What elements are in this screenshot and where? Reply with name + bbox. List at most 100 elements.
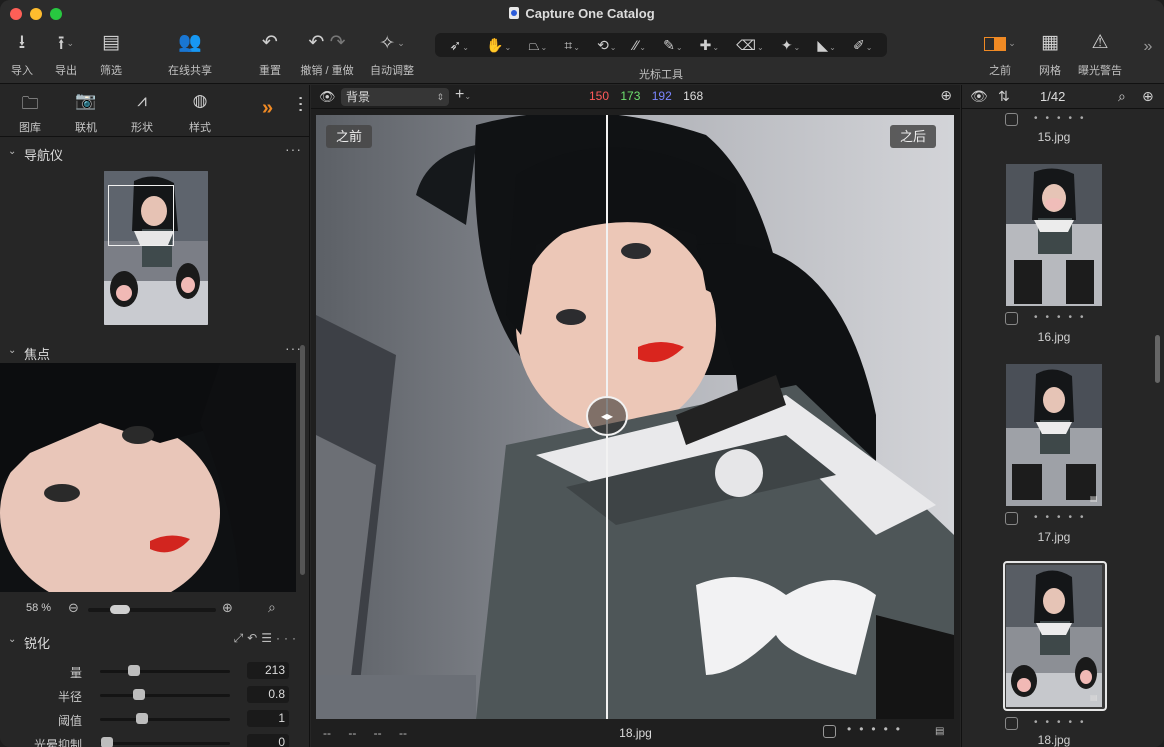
- select-checkbox[interactable]: [1005, 113, 1018, 126]
- halo-value-field[interactable]: 0: [247, 734, 289, 747]
- picker-icon[interactable]: ✦⌄: [781, 37, 800, 54]
- camera-icon: 📷: [75, 91, 97, 110]
- radius-slider-track[interactable]: [100, 694, 230, 697]
- zoom-in-icon[interactable]: ⊕: [222, 600, 233, 616]
- main-image[interactable]: [316, 115, 954, 719]
- focus-preview[interactable]: [0, 363, 296, 592]
- split-drag-handle[interactable]: ◂▸: [586, 396, 628, 436]
- tab-shape[interactable]: ⩘ 形状: [114, 91, 170, 135]
- grid-button[interactable]: ▦ 网格: [1034, 30, 1066, 78]
- pan-hand-icon[interactable]: ✋⌄: [486, 37, 511, 54]
- tool-tabs: 🗀 图库 📷 联机 ⩘ 形状 ◍ 样式 » ⋯: [0, 85, 312, 137]
- presets-icon[interactable]: ☰: [261, 631, 276, 645]
- exposure-warning-button[interactable]: ⚠ 曝光警告: [1074, 30, 1126, 78]
- rgb-readout: 150 173 192 168: [589, 89, 711, 103]
- kebab-menu-icon[interactable]: ⋯: [290, 95, 312, 113]
- tab-capture[interactable]: 📷 联机: [58, 91, 114, 135]
- annotate-icon[interactable]: ✐⌄: [853, 37, 872, 54]
- amount-slider-knob[interactable]: [127, 665, 140, 676]
- thumbnail-18: [1006, 565, 1102, 707]
- threshold-value-field[interactable]: 1: [247, 710, 289, 727]
- amount-slider-track[interactable]: [100, 670, 230, 673]
- keystone-icon[interactable]: ⏢⌄: [528, 37, 547, 54]
- gradient-icon[interactable]: ◣⌄: [817, 37, 835, 54]
- browser-scrollbar[interactable]: [1155, 335, 1160, 383]
- zoom-search-icon[interactable]: ⊕: [940, 87, 952, 104]
- chevron-down-icon: ⌄: [8, 146, 17, 157]
- threshold-slider-knob[interactable]: [135, 713, 148, 724]
- rotate-icon[interactable]: ⟲⌄: [597, 37, 616, 54]
- tab-library[interactable]: 🗀 图库: [2, 91, 58, 135]
- metadata-icon: ▤: [1090, 693, 1098, 702]
- rating-dots[interactable]: •••••: [1034, 312, 1092, 323]
- app-window: Capture One Catalog ⭳ 导入 ⭱ ⌄ 导出 ▤ 筛选 👥 在线…: [0, 0, 1164, 747]
- threshold-slider-track[interactable]: [100, 718, 230, 721]
- navigator-header[interactable]: ⌄ 导航仪 ···: [0, 141, 310, 165]
- zoom-slider-knob[interactable]: [110, 605, 130, 614]
- export-button[interactable]: ⭱ ⌄ 导出: [48, 30, 84, 78]
- rating-dots[interactable]: •••••: [847, 722, 908, 736]
- viewer-toolbar: 👁 背景 ⇕ +⌄ 150 173 192 168 ⊕: [311, 85, 960, 109]
- rating-dots[interactable]: •••••: [1034, 113, 1092, 124]
- amount-value-field[interactable]: 213: [247, 662, 289, 679]
- users-icon: 👥: [178, 32, 202, 53]
- select-checkbox[interactable]: [1005, 717, 1018, 730]
- zoom-icon[interactable]: ⊕: [1142, 88, 1154, 105]
- eye-icon[interactable]: 👁: [970, 88, 988, 105]
- straighten-icon[interactable]: ⁄⁄⌄: [634, 37, 646, 53]
- zoom-slider-track[interactable]: [88, 608, 216, 612]
- heal-icon[interactable]: ✚⌄: [700, 37, 719, 54]
- search-icon[interactable]: ⌕: [1118, 88, 1126, 105]
- tab-styles[interactable]: ◍ 样式: [172, 91, 228, 135]
- more-options-icon[interactable]: ···: [276, 631, 300, 645]
- shape-icon: ⩘: [137, 91, 147, 110]
- brush-icon[interactable]: ✎⌄: [663, 37, 682, 54]
- rating-dots[interactable]: •••••: [1034, 512, 1092, 523]
- crop-icon[interactable]: ⌗⌄: [564, 37, 580, 54]
- search-icon[interactable]: ⌕: [268, 599, 276, 616]
- share-button[interactable]: 👥 在线共享: [160, 30, 220, 78]
- chevron-double-right-icon: »: [1143, 38, 1153, 55]
- expand-icon[interactable]: ⤢: [234, 631, 248, 645]
- before-after-button[interactable]: ⌄ 之前: [976, 30, 1024, 78]
- halo-slider-knob[interactable]: [100, 737, 113, 747]
- magic-wand-icon: ✧ ⌄: [379, 33, 405, 54]
- select-checkbox[interactable]: [823, 725, 836, 738]
- metadata-icon[interactable]: ▤: [935, 726, 944, 737]
- auto-adjust-button[interactable]: ✧ ⌄ 自动调整: [366, 30, 418, 78]
- eye-icon[interactable]: 👁: [319, 89, 336, 105]
- add-layer-icon[interactable]: +⌄: [455, 86, 471, 104]
- select-checkbox[interactable]: [1005, 512, 1018, 525]
- select-checkbox[interactable]: [1005, 312, 1018, 325]
- halo-slider-track[interactable]: [100, 742, 230, 745]
- reset-button[interactable]: ↶ 重置: [254, 30, 286, 78]
- thumbnail-photo: [1006, 364, 1102, 506]
- navigator-viewport-rect[interactable]: [108, 185, 174, 246]
- reset-icon[interactable]: ↶: [247, 631, 261, 645]
- radius-slider-knob[interactable]: [133, 689, 145, 700]
- more-tabs-icon[interactable]: »: [262, 97, 273, 120]
- toolbar-overflow-button[interactable]: »: [1140, 34, 1156, 60]
- browser-panel: 👁 ⇅ 1/42 ⌕ ⊕ ••••• 15.jpg ••••• 16.jpg ▤…: [961, 85, 1164, 747]
- chevron-down-icon: ⌄: [8, 345, 17, 356]
- eraser-icon[interactable]: ⌫⌄: [736, 37, 764, 54]
- sharpening-header[interactable]: ⌄ 锐化 ⤢↶☰···: [0, 631, 310, 653]
- radius-value-field[interactable]: 0.8: [247, 686, 289, 703]
- undo-redo-button[interactable]: ↶ ↷ 撤销 / 重做: [296, 30, 358, 78]
- rating-dots[interactable]: •••••: [1034, 717, 1092, 728]
- more-options-icon[interactable]: ···: [285, 141, 302, 157]
- import-icon: ⭳: [18, 32, 26, 53]
- select-cursor-icon[interactable]: ➶⌄: [450, 37, 469, 54]
- reset-icon: ↶: [262, 32, 278, 53]
- catalog-icon: [509, 7, 520, 19]
- focus-header[interactable]: ⌄ 焦点 ···: [0, 340, 310, 364]
- filter-button[interactable]: ▤ 筛选: [96, 30, 126, 78]
- layer-select[interactable]: 背景 ⇕: [341, 88, 449, 106]
- zoom-out-icon[interactable]: ⊖: [68, 600, 79, 616]
- sort-icon[interactable]: ⇅: [998, 88, 1010, 105]
- panel-scrollbar[interactable]: [300, 345, 305, 575]
- toolbar: Capture One Catalog ⭳ 导入 ⭱ ⌄ 导出 ▤ 筛选 👥 在线…: [0, 0, 1164, 84]
- thumbnail-photo: [1006, 565, 1102, 707]
- undo-redo-icon: ↶ ↷: [308, 32, 346, 53]
- import-button[interactable]: ⭳ 导入: [8, 30, 36, 78]
